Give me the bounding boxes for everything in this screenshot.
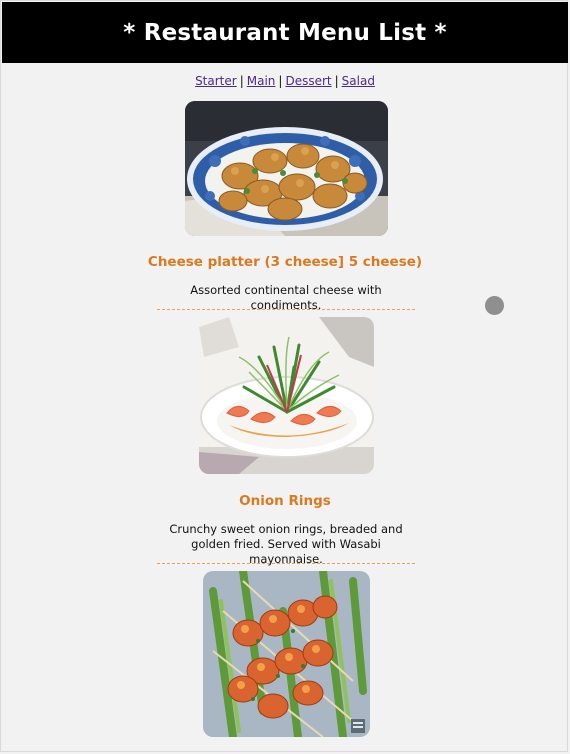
prawn-salad-photo: [199, 317, 374, 474]
dish-description: Crunchy sweet onion rings, breaded and g…: [169, 522, 403, 566]
nav-link-main[interactable]: Main: [247, 74, 276, 88]
nav-link-starter[interactable]: Starter: [195, 74, 237, 88]
page-header: * Restaurant Menu List *: [2, 2, 568, 63]
divider: [157, 563, 415, 564]
fried-croquettes-photo: [185, 101, 388, 236]
prawn-skewers-photo: [203, 571, 370, 737]
dish-title: Onion Rings: [239, 493, 331, 509]
dish-title: Cheese platter (3 cheese] 5 cheese): [147, 254, 423, 270]
nav-link-salad[interactable]: Salad: [342, 74, 375, 88]
page-title: * Restaurant Menu List *: [123, 19, 447, 46]
nav-link-dessert[interactable]: Dessert: [285, 74, 331, 88]
nav-separator: |: [278, 74, 283, 88]
cursor-indicator: [485, 296, 504, 315]
divider: [157, 309, 415, 310]
nav-separator: |: [239, 74, 244, 88]
category-nav: Starter | Main | Dessert | Salad: [0, 74, 570, 88]
nav-separator: |: [334, 74, 339, 88]
